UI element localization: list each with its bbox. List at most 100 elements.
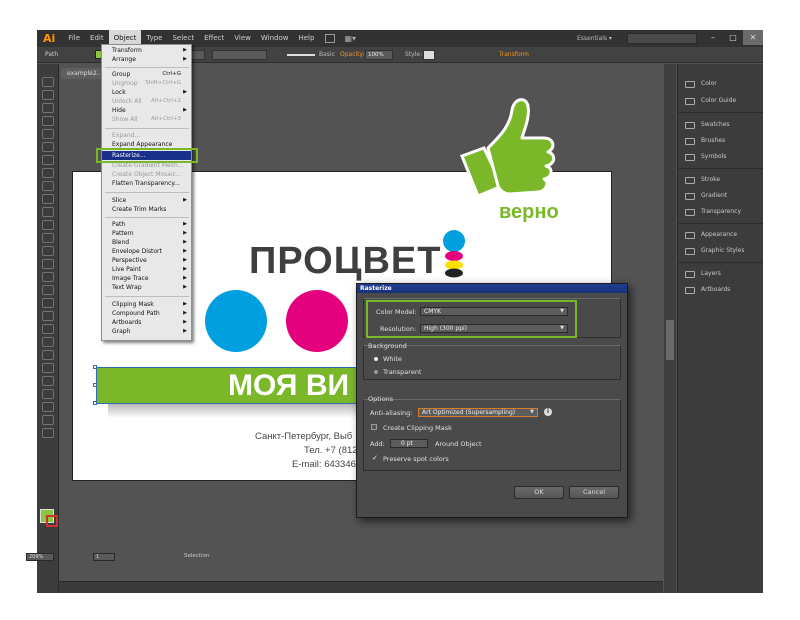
menu-file[interactable]: File — [63, 30, 85, 47]
eraser-tool-icon[interactable] — [42, 220, 54, 230]
selection-handle[interactable] — [93, 383, 97, 387]
ok-button[interactable]: OK — [514, 486, 564, 499]
width-tool-icon[interactable] — [42, 259, 54, 269]
zoom-level-field[interactable]: 209% — [26, 553, 54, 561]
free-transform-tool-icon[interactable] — [42, 272, 54, 282]
minimize-button[interactable]: – — [703, 30, 723, 45]
radio-transparent[interactable] — [374, 370, 378, 374]
vertical-scrollbar-thumb[interactable] — [666, 320, 674, 360]
menu-item-clipping-mask[interactable]: Clipping Mask ▶ — [102, 300, 191, 309]
scale-tool-icon[interactable] — [42, 246, 54, 256]
menu-item-arrange[interactable]: Arrange ▶ — [102, 55, 191, 64]
stroke-weight-field[interactable] — [212, 50, 267, 60]
address-line[interactable]: Санкт-Петербург, Выб — [255, 431, 352, 442]
menu-item-slice[interactable]: Slice ▶ — [102, 196, 191, 205]
zoom-tool-icon[interactable] — [42, 428, 54, 438]
blend-tool-icon[interactable] — [42, 350, 54, 360]
graphic-style-swatch[interactable] — [423, 50, 435, 60]
panel-color[interactable]: Color — [677, 78, 763, 90]
stroke-color-icon[interactable] — [46, 515, 58, 527]
menu-item-live-paint[interactable]: Live Paint ▶ — [102, 265, 191, 274]
menu-item-ungroup[interactable]: Ungroup Shift+Ctrl+G — [102, 79, 191, 88]
radio-white-label[interactable]: White — [383, 355, 402, 363]
mesh-tool-icon[interactable] — [42, 311, 54, 321]
magenta-circle[interactable] — [286, 290, 348, 352]
rotate-tool-icon[interactable] — [42, 233, 54, 243]
add-amount-field[interactable]: 0 pt — [390, 439, 428, 448]
menu-window[interactable]: Window — [256, 30, 294, 47]
clipping-mask-checkbox[interactable] — [371, 424, 377, 430]
opacity-field[interactable]: 100% — [365, 50, 393, 60]
antialiasing-select[interactable]: Art Optimized (Supersampling) ▼ — [418, 408, 538, 417]
cmyk-drops-logo[interactable] — [441, 230, 467, 278]
menu-item-artboards[interactable]: Artboards ▶ — [102, 318, 191, 327]
search-input[interactable] — [627, 33, 697, 44]
menu-item-path[interactable]: Path ▶ — [102, 220, 191, 229]
menu-effect[interactable]: Effect — [199, 30, 229, 47]
menu-item-lock[interactable]: Lock ▶ — [102, 88, 191, 97]
panel-color-guide[interactable]: Color Guide — [677, 95, 763, 107]
menu-help[interactable]: Help — [293, 30, 319, 47]
menu-item-flatten-transparency[interactable]: Flatten Transparency... — [102, 179, 191, 188]
menu-view[interactable]: View — [229, 30, 256, 47]
brand-title[interactable]: ПРОЦВЕТ — [249, 240, 441, 283]
menu-item-unlock-all[interactable]: Unlock All Alt+Ctrl+2 — [102, 97, 191, 106]
close-button[interactable]: ✕ — [743, 30, 763, 45]
menu-item-expand[interactable]: Expand... — [102, 131, 191, 140]
panel-gradient[interactable]: Gradient — [677, 190, 763, 202]
graph-tool-icon[interactable] — [42, 376, 54, 386]
line-tool-icon[interactable] — [42, 155, 54, 165]
menu-item-blend[interactable]: Blend ▶ — [102, 238, 191, 247]
info-icon[interactable]: i — [544, 408, 552, 416]
type-tool-icon[interactable] — [42, 142, 54, 152]
direct-selection-tool-icon[interactable] — [42, 90, 54, 100]
cyan-circle[interactable] — [205, 290, 267, 352]
panel-brushes[interactable]: Brushes — [677, 135, 763, 147]
panel-graphic-styles[interactable]: Graphic Styles — [677, 245, 763, 257]
selection-handle[interactable] — [93, 401, 97, 405]
panel-swatches[interactable]: Swatches — [677, 119, 763, 131]
cancel-button[interactable]: Cancel — [569, 486, 619, 499]
panel-symbols[interactable]: Symbols — [677, 151, 763, 163]
shape-builder-tool-icon[interactable] — [42, 285, 54, 295]
band-text[interactable]: МОЯ ВИ — [228, 367, 349, 404]
radio-transparent-label[interactable]: Transparent — [383, 368, 421, 376]
transform-link[interactable]: Transform — [499, 51, 529, 58]
preserve-spot-label[interactable]: Preserve spot colors — [383, 455, 449, 463]
symbol-sprayer-tool-icon[interactable] — [42, 363, 54, 373]
stroke-style-label[interactable]: Basic — [319, 51, 335, 58]
gradient-tool-icon[interactable] — [42, 324, 54, 334]
menu-item-create-object-mosaic[interactable]: Create Object Mosaic... — [102, 170, 191, 179]
pen-tool-icon[interactable] — [42, 129, 54, 139]
hand-tool-icon[interactable] — [42, 415, 54, 425]
menu-item-perspective[interactable]: Perspective ▶ — [102, 256, 191, 265]
artboard-tool-icon[interactable] — [42, 389, 54, 399]
bridge-icon[interactable] — [325, 34, 336, 43]
opacity-label[interactable]: Opacity: — [340, 51, 365, 58]
selection-handle[interactable] — [93, 365, 97, 369]
menu-item-compound-path[interactable]: Compound Path ▶ — [102, 309, 191, 318]
menu-item-graph[interactable]: Graph ▶ — [102, 327, 191, 336]
selection-tool-icon[interactable] — [42, 77, 54, 87]
artboard-number-field[interactable]: 1 — [93, 553, 115, 561]
radio-white[interactable] — [374, 357, 378, 361]
lasso-tool-icon[interactable] — [42, 116, 54, 126]
panel-appearance[interactable]: Appearance — [677, 229, 763, 241]
perspective-grid-tool-icon[interactable] — [42, 298, 54, 308]
slice-tool-icon[interactable] — [42, 402, 54, 412]
rectangle-tool-icon[interactable] — [42, 168, 54, 178]
menu-item-transform[interactable]: Transform ▶ — [102, 46, 191, 55]
blob-brush-tool-icon[interactable] — [42, 207, 54, 217]
workspace-switcher[interactable]: Essentials ▾ — [577, 30, 612, 47]
paintbrush-tool-icon[interactable] — [42, 181, 54, 191]
eyedropper-tool-icon[interactable] — [42, 337, 54, 347]
email-line[interactable]: E-mail: 643346 — [292, 459, 356, 470]
menu-item-envelope-distort[interactable]: Envelope Distort ▶ — [102, 247, 191, 256]
panel-stroke[interactable]: Stroke — [677, 174, 763, 186]
checkmark-icon[interactable]: ✓ — [372, 454, 378, 462]
menu-item-create-trim-marks[interactable]: Create Trim Marks — [102, 205, 191, 214]
clipping-mask-label[interactable]: Create Clipping Mask — [383, 424, 452, 432]
arrange-documents-icon[interactable]: ▦▾ — [341, 34, 359, 43]
maximize-button[interactable]: □ — [723, 30, 743, 45]
menu-item-text-wrap[interactable]: Text Wrap ▶ — [102, 283, 191, 292]
